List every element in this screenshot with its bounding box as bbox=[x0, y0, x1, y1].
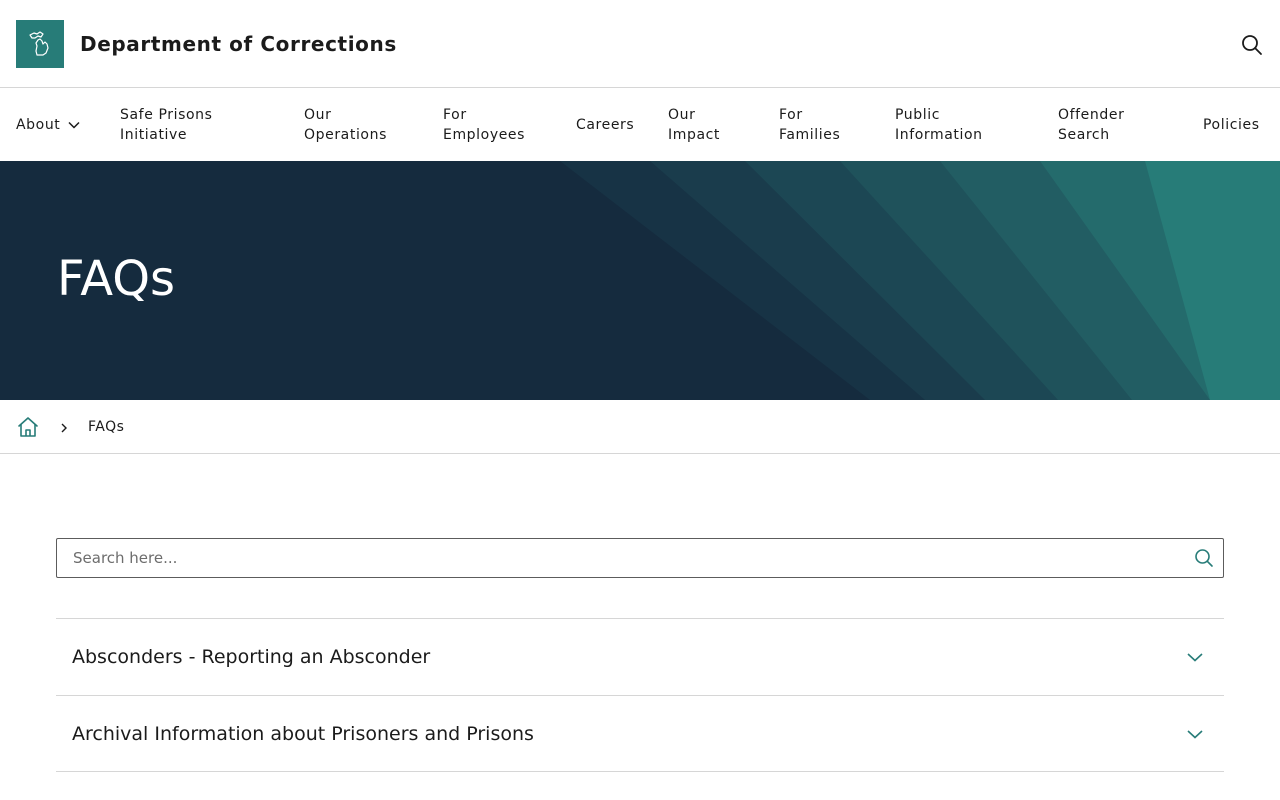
faq-accordion-item[interactable]: Absconders - Reporting an Absconder bbox=[56, 618, 1224, 695]
faq-accordion-item[interactable]: Archival Information about Prisoners and… bbox=[56, 695, 1224, 772]
nav-item-label: Policies bbox=[1203, 117, 1260, 133]
chevron-down-icon[interactable] bbox=[1186, 726, 1204, 740]
faq-search-input[interactable] bbox=[57, 539, 1177, 577]
nav-item-safe-prisons-initiative[interactable]: Safe Prisons Initiative bbox=[120, 89, 213, 161]
nav-item-label: Operations bbox=[304, 127, 387, 143]
faq-item-title: Archival Information about Prisoners and… bbox=[72, 723, 534, 745]
nav-item-label: Safe Prisons bbox=[120, 107, 213, 123]
nav-item-our-impact[interactable]: Our Impact bbox=[668, 89, 720, 161]
nav-item-for-employees[interactable]: For Employees bbox=[443, 89, 525, 161]
nav-item-label: Public bbox=[895, 107, 941, 123]
nav-item-label: Our bbox=[668, 107, 696, 123]
nav-item-label: Families bbox=[779, 127, 841, 143]
hero-background-decoration bbox=[560, 161, 1280, 400]
nav-item-offender-search[interactable]: Offender Search bbox=[1058, 89, 1124, 161]
site-header: Department of Corrections bbox=[0, 0, 1280, 88]
nav-item-label: For bbox=[779, 107, 803, 123]
nav-item-label: Careers bbox=[576, 117, 635, 133]
nav-item-label: Our bbox=[304, 107, 332, 123]
breadcrumb: FAQs bbox=[0, 400, 1280, 454]
faq-accordion: Absconders - Reporting an Absconder Arch… bbox=[56, 618, 1224, 772]
nav-item-label: For bbox=[443, 107, 467, 123]
nav-item-label: Initiative bbox=[120, 127, 188, 143]
nav-item-our-operations[interactable]: Our Operations bbox=[304, 89, 387, 161]
michigan-state-icon[interactable] bbox=[16, 20, 64, 68]
chevron-right-icon bbox=[58, 420, 70, 434]
main-navigation: About Safe Prisons Initiative Our Operatio… bbox=[0, 89, 1280, 161]
breadcrumb-current: FAQs bbox=[88, 419, 125, 435]
nav-item-label: Offender bbox=[1058, 107, 1125, 123]
nav-item-public-information[interactable]: Public Information bbox=[895, 89, 983, 161]
nav-item-label: Information bbox=[895, 127, 983, 143]
nav-item-label: Impact bbox=[668, 127, 721, 143]
site-title[interactable]: Department of Corrections bbox=[80, 30, 397, 58]
faq-search-box bbox=[56, 538, 1224, 578]
chevron-down-icon[interactable] bbox=[1186, 649, 1204, 663]
nav-item-label: Employees bbox=[443, 127, 526, 143]
nav-item-about[interactable]: About bbox=[16, 89, 80, 161]
page-title: FAQs bbox=[57, 251, 175, 307]
nav-item-label: Search bbox=[1058, 127, 1110, 143]
nav-item-policies[interactable]: Policies bbox=[1203, 89, 1260, 161]
nav-item-for-families[interactable]: For Families bbox=[779, 89, 840, 161]
chevron-down-icon bbox=[68, 115, 80, 135]
hero-banner: FAQs bbox=[0, 161, 1280, 400]
faq-item-title: Absconders - Reporting an Absconder bbox=[72, 646, 431, 668]
home-icon[interactable] bbox=[16, 415, 40, 439]
nav-item-label: About bbox=[16, 117, 61, 133]
nav-item-careers[interactable]: Careers bbox=[576, 89, 634, 161]
search-icon[interactable] bbox=[1238, 31, 1266, 59]
search-icon[interactable] bbox=[1194, 548, 1214, 568]
